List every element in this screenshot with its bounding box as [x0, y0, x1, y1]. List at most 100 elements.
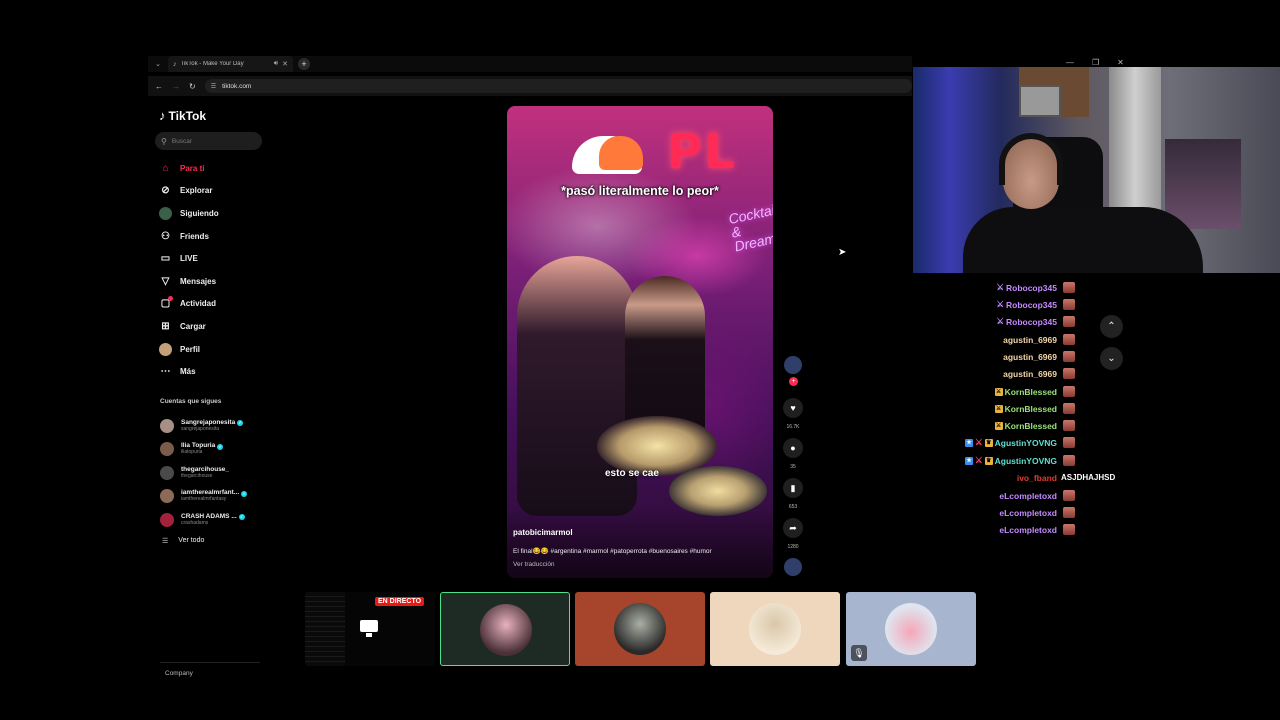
- nav-item-perfil[interactable]: Perfil: [159, 338, 269, 361]
- nav-label: Friends: [180, 231, 209, 241]
- emote-icon: [1063, 368, 1075, 379]
- address-bar[interactable]: ☰ tiktok.com: [204, 79, 912, 93]
- new-tab-button[interactable]: +: [298, 58, 310, 70]
- company-link[interactable]: Company: [165, 670, 193, 677]
- chat-username[interactable]: AgustinYOVNG: [995, 456, 1057, 466]
- nav-item-friends[interactable]: ⚇ Friends: [159, 225, 269, 248]
- nav-item-mensajes[interactable]: ▽ Mensajes: [159, 270, 269, 293]
- home-icon: ⌂: [162, 162, 169, 174]
- chat-username[interactable]: Robocop345: [1006, 300, 1057, 310]
- maximize-icon[interactable]: ❐: [1092, 58, 1099, 67]
- video-author[interactable]: patobicimarmol: [513, 528, 573, 537]
- creator-avatar[interactable]: [784, 356, 802, 374]
- heart-icon[interactable]: ♥: [783, 398, 803, 418]
- mod-badge-icon: ⚔: [975, 437, 983, 447]
- participant-tile[interactable]: [710, 592, 840, 666]
- video-caption-mid: esto se cae: [605, 468, 659, 479]
- chat-username[interactable]: eLcompletoxd: [999, 508, 1057, 518]
- chat-message: eLcompletoxd: [940, 521, 1140, 538]
- nav-item-actividad[interactable]: ▢ Actividad: [159, 293, 269, 316]
- translate-link[interactable]: Ver traducción: [513, 561, 555, 568]
- tab-list-chevron-icon[interactable]: ⌄: [148, 60, 168, 68]
- account-item[interactable]: Ilia Topuria ✓ iliatopuria: [160, 438, 270, 462]
- account-item[interactable]: CRASH ADAMS ... ✓ crashadams: [160, 508, 270, 532]
- nav-item-cargar[interactable]: ⊞ Cargar: [159, 315, 269, 338]
- chevron-down-icon: ⌄: [1107, 353, 1116, 364]
- emote-icon: [1063, 299, 1075, 310]
- avatar: [160, 512, 174, 527]
- comment-icon[interactable]: ●: [783, 438, 803, 458]
- chat-username[interactable]: eLcompletoxd: [999, 491, 1057, 501]
- chat-username[interactable]: KornBlessed: [1005, 387, 1057, 397]
- chat-username[interactable]: KornBlessed: [1005, 404, 1057, 414]
- participant-tile[interactable]: [575, 592, 705, 666]
- browser-tab[interactable]: ♪ TikTok - Make Your Day 🔊︎ ✕: [168, 56, 293, 72]
- follow-plus-icon[interactable]: +: [789, 377, 798, 386]
- emote-icon: [1063, 437, 1075, 448]
- verified-icon: ✓: [241, 490, 248, 497]
- nav-item-explorar[interactable]: ⊘ Explorar: [159, 180, 269, 203]
- video-player[interactable]: PL Cocktails & Dreams *pasó literalmente…: [507, 106, 773, 578]
- site-info-icon[interactable]: ☰: [211, 83, 216, 90]
- neon-script: Cocktails & Dreams: [727, 199, 773, 255]
- reload-icon[interactable]: ↻: [189, 82, 196, 91]
- participant-screen-share[interactable]: EN DIRECTO: [305, 592, 435, 666]
- sword-badge-icon: ⚔: [994, 421, 1003, 430]
- close-tab-icon[interactable]: ✕: [282, 60, 288, 68]
- nav-label: Para ti: [180, 163, 205, 173]
- sword-badge-icon: ⚔: [994, 387, 1003, 396]
- tiktok-logo[interactable]: ♪ TikTok: [159, 108, 206, 123]
- monitor-icon: [360, 620, 378, 632]
- sword-badge-icon: ⚔: [994, 404, 1003, 413]
- minimize-icon[interactable]: —: [1066, 58, 1074, 67]
- see-all-label: Ver todo: [178, 537, 205, 544]
- forward-arrow-icon[interactable]: →: [172, 82, 180, 91]
- chat-username[interactable]: AgustinYOVNG: [995, 438, 1057, 448]
- chat-username[interactable]: agustin_6969: [1003, 335, 1057, 345]
- tiktok-note-icon: ♪: [159, 108, 166, 123]
- mouse-cursor-icon: ➤: [838, 247, 847, 258]
- chat-username[interactable]: eLcompletoxd: [999, 525, 1057, 535]
- speaker-icon[interactable]: 🔊︎: [274, 60, 278, 68]
- scroll-up-button[interactable]: ⌃: [1100, 315, 1123, 338]
- nav-item-siguiendo[interactable]: Siguiendo: [159, 202, 269, 225]
- nav-label: Actividad: [180, 299, 217, 309]
- nav-item-para-ti[interactable]: ⌂ Para ti: [159, 157, 269, 180]
- chat-message: ⚔ Robocop345: [940, 296, 1140, 313]
- emote-icon: [1063, 420, 1075, 431]
- emote-icon: [1063, 507, 1075, 518]
- see-all-link[interactable]: ☰ Ver todo: [160, 532, 270, 550]
- chat-username[interactable]: KornBlessed: [1005, 421, 1057, 431]
- avatar: [160, 442, 174, 457]
- chat-username[interactable]: agustin_6969: [1003, 369, 1057, 379]
- back-arrow-icon[interactable]: ←: [155, 82, 163, 91]
- chat-username[interactable]: Robocop345: [1006, 317, 1057, 327]
- account-item[interactable]: thegarcihouse_ thegarcihouse: [160, 461, 270, 485]
- account-handle: iliatopuria: [181, 449, 203, 456]
- microwave-shape: [1019, 85, 1061, 117]
- webcam-feed: [913, 67, 1280, 273]
- verified-icon: ✓: [237, 420, 244, 427]
- video-description: El final😂😂 #argentina #marmol #patoperro…: [513, 548, 712, 555]
- chat-username[interactable]: agustin_6969: [1003, 352, 1057, 362]
- nav-item-live[interactable]: ▭ LIVE: [159, 247, 269, 270]
- music-disc-icon[interactable]: [784, 558, 802, 576]
- account-item[interactable]: Sangrejaponesita ✓ sangrejaponesita: [160, 414, 270, 438]
- gold-badge-icon: ♛: [984, 456, 993, 465]
- close-window-icon[interactable]: ✕: [1117, 58, 1124, 67]
- search-input[interactable]: ⚲ Buscar: [155, 132, 262, 150]
- muted-mic-icon: 🎙︎: [851, 645, 867, 661]
- chat-username[interactable]: ivo_fband: [1017, 473, 1057, 483]
- share-icon[interactable]: ➦: [783, 518, 803, 538]
- emote-icon: [1063, 490, 1075, 501]
- account-item[interactable]: iamtherealmrfant... ✓ iamtherealmrfantasy: [160, 485, 270, 509]
- participant-tile[interactable]: [440, 592, 570, 666]
- nav-item-mas[interactable]: ⋯ Más: [159, 360, 269, 383]
- emote-icon: [1063, 524, 1075, 535]
- bookmark-icon[interactable]: ▮: [783, 478, 803, 498]
- profile-avatar: [159, 342, 172, 356]
- scroll-down-button[interactable]: ⌄: [1100, 347, 1123, 370]
- chat-username[interactable]: Robocop345: [1006, 283, 1057, 293]
- participant-tile[interactable]: 🎙︎: [846, 592, 976, 666]
- verified-icon: ✓: [238, 514, 245, 521]
